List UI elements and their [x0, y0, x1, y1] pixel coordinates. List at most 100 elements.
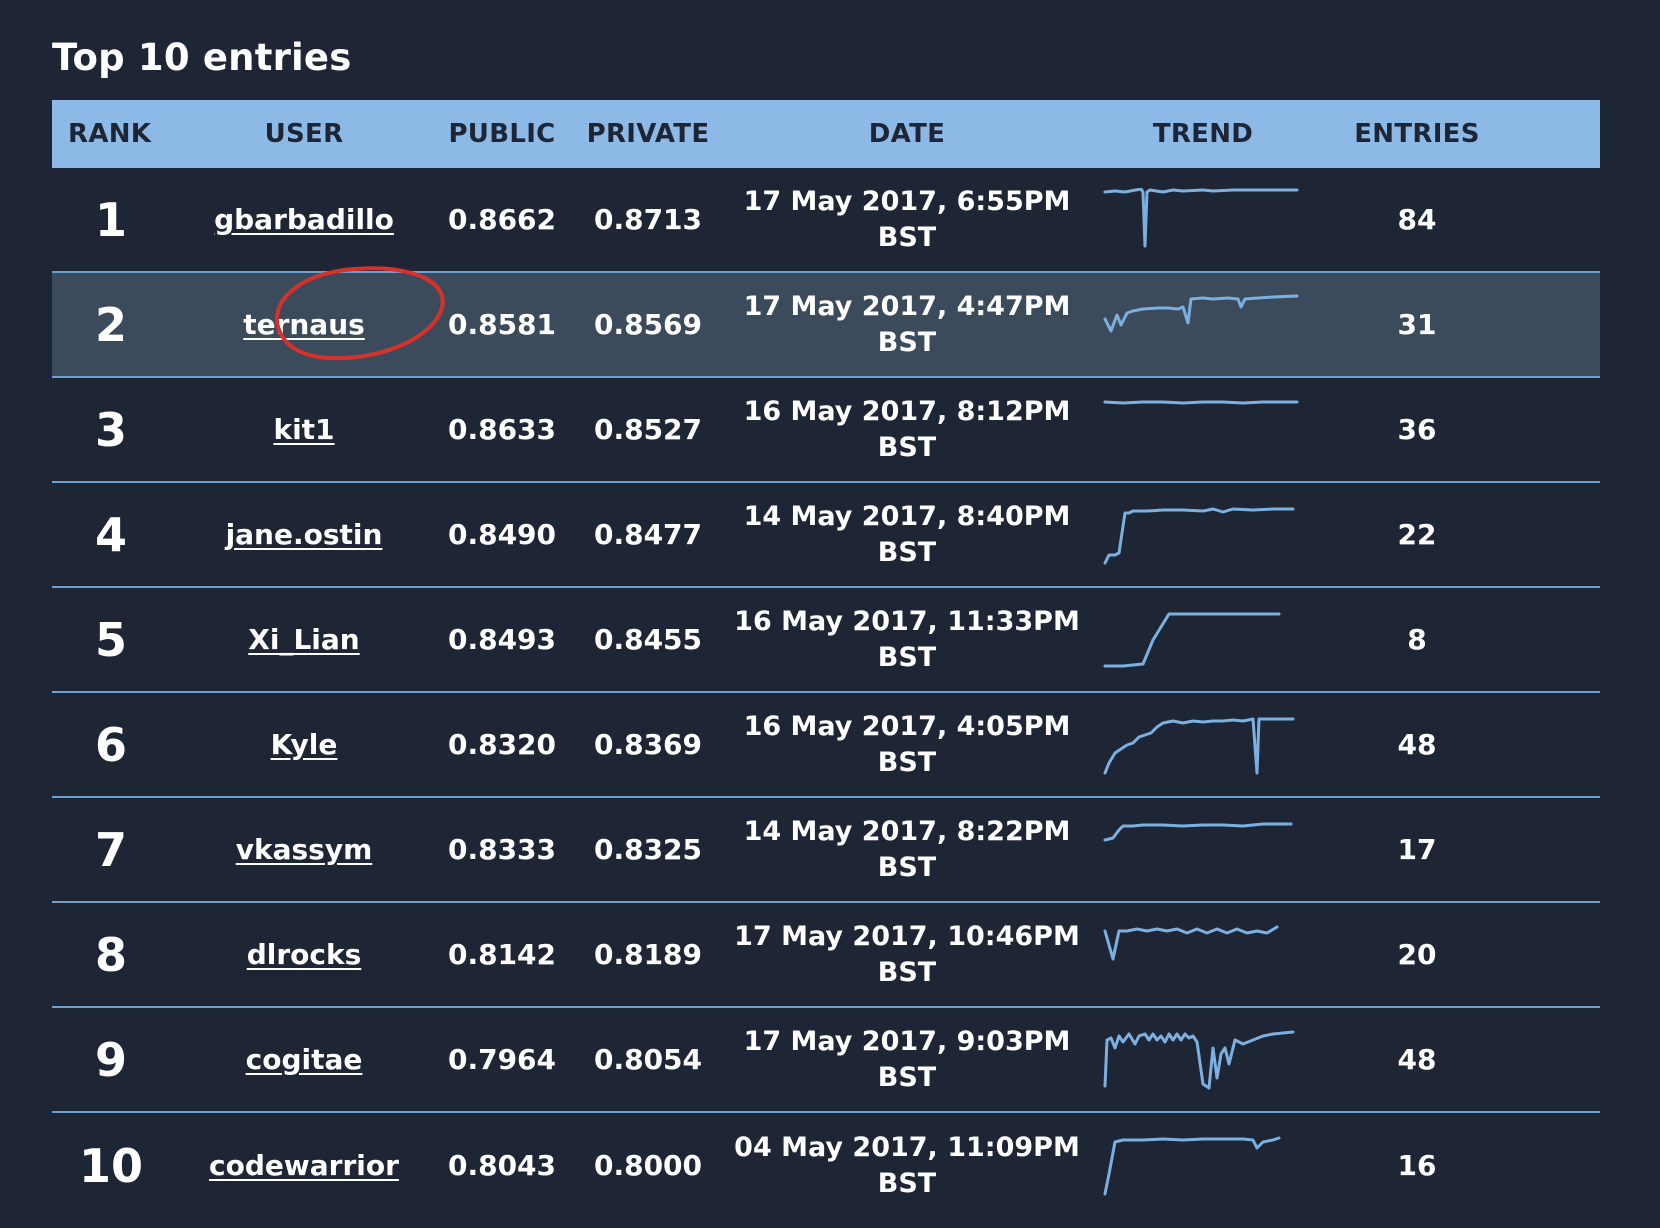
trend-sparkline	[1084, 608, 1322, 672]
public-score: 0.8493	[447, 623, 557, 656]
private-score: 0.8189	[593, 938, 703, 971]
private-score: 0.8477	[593, 518, 703, 551]
user-link[interactable]: Xi_Lian	[248, 623, 359, 656]
column-header-date: DATE	[868, 119, 946, 149]
trend-sparkline	[1084, 503, 1322, 567]
entries-count: 20	[1397, 938, 1437, 971]
submission-timezone: BST	[877, 326, 937, 358]
rank-number: 6	[94, 717, 127, 772]
public-score: 0.7964	[447, 1043, 557, 1076]
entries-count: 16	[1397, 1149, 1437, 1182]
rank-number: 3	[94, 402, 127, 457]
user-link[interactable]: codewarrior	[209, 1149, 399, 1182]
rank-number: 8	[94, 927, 127, 982]
trend-sparkline	[1084, 398, 1322, 462]
submission-date: 04 May 2017, 11:09PM	[734, 1131, 1080, 1163]
table-row: 6 Kyle 0.8320 0.8369 16 May 2017, 4:05PM…	[52, 693, 1600, 798]
table-row: 7 vkassym 0.8333 0.8325 14 May 2017, 8:2…	[52, 798, 1600, 903]
submission-timezone: BST	[877, 956, 937, 988]
rank-number: 1	[94, 192, 127, 247]
public-score: 0.8333	[447, 833, 557, 866]
private-score: 0.8054	[593, 1043, 703, 1076]
entries-count: 48	[1397, 728, 1437, 761]
user-link[interactable]: ternaus	[243, 308, 365, 341]
submission-date: 14 May 2017, 8:40PM	[743, 500, 1071, 532]
column-header-user: USER	[264, 119, 344, 149]
entries-count: 31	[1397, 308, 1437, 341]
public-score: 0.8490	[447, 518, 557, 551]
entries-count: 8	[1407, 623, 1427, 656]
column-header-rank: RANK	[68, 119, 152, 149]
private-score: 0.8527	[593, 413, 703, 446]
user-link[interactable]: Kyle	[271, 728, 338, 761]
submission-date: 16 May 2017, 4:05PM	[743, 710, 1071, 742]
private-score: 0.8325	[593, 833, 703, 866]
table-row: 10 codewarrior 0.8043 0.8000 04 May 2017…	[52, 1113, 1600, 1218]
submission-timezone: BST	[877, 536, 937, 568]
table-row: 4 jane.ostin 0.8490 0.8477 14 May 2017, …	[52, 483, 1600, 588]
private-score: 0.8455	[593, 623, 703, 656]
trend-sparkline	[1084, 187, 1322, 252]
submission-timezone: BST	[877, 851, 937, 883]
private-score: 0.8000	[593, 1149, 703, 1182]
user-link[interactable]: cogitae	[246, 1043, 363, 1076]
trend-sparkline	[1084, 923, 1322, 987]
page-title: Top 10 entries	[52, 36, 352, 79]
entries-count: 36	[1397, 413, 1437, 446]
submission-timezone: BST	[877, 221, 937, 253]
table-row: 8 dlrocks 0.8142 0.8189 17 May 2017, 10:…	[52, 903, 1600, 1008]
column-header-public: PUBLIC	[448, 119, 556, 149]
rank-number: 9	[94, 1032, 127, 1087]
submission-timezone: BST	[877, 746, 937, 778]
rank-number: 4	[94, 507, 127, 562]
leaderboard-table: RANK USER PUBLIC PRIVATE DATE TREND ENTR…	[52, 100, 1600, 1218]
user-link[interactable]: dlrocks	[247, 938, 362, 971]
rank-number: 7	[94, 822, 127, 877]
table-row: 1 gbarbadillo 0.8662 0.8713 17 May 2017,…	[52, 168, 1600, 273]
column-header-entries: ENTRIES	[1354, 119, 1480, 149]
rank-number: 10	[78, 1138, 143, 1193]
table-row: 5 Xi_Lian 0.8493 0.8455 16 May 2017, 11:…	[52, 588, 1600, 693]
submission-date: 14 May 2017, 8:22PM	[743, 815, 1071, 847]
submission-timezone: BST	[877, 1061, 937, 1093]
user-link[interactable]: jane.ostin	[226, 518, 383, 551]
trend-sparkline	[1084, 1028, 1322, 1092]
submission-date: 17 May 2017, 4:47PM	[743, 290, 1071, 322]
public-score: 0.8662	[447, 203, 557, 236]
submission-timezone: BST	[877, 431, 937, 463]
column-header-private: PRIVATE	[586, 119, 710, 149]
public-score: 0.8581	[447, 308, 557, 341]
user-link[interactable]: gbarbadillo	[214, 203, 394, 236]
entries-count: 17	[1397, 833, 1437, 866]
public-score: 0.8043	[447, 1149, 557, 1182]
user-link[interactable]: vkassym	[236, 833, 373, 866]
public-score: 0.8142	[447, 938, 557, 971]
entries-count: 22	[1397, 518, 1437, 551]
table-row: 9 cogitae 0.7964 0.8054 17 May 2017, 9:0…	[52, 1008, 1600, 1113]
entries-count: 84	[1397, 203, 1437, 236]
submission-date: 17 May 2017, 9:03PM	[743, 1025, 1071, 1057]
trend-sparkline	[1084, 818, 1322, 882]
table-row: 2 ternaus 0.8581 0.8569 17 May 2017, 4:4…	[52, 273, 1600, 378]
rank-number: 5	[94, 612, 127, 667]
trend-sparkline	[1084, 713, 1322, 777]
submission-date: 16 May 2017, 11:33PM	[734, 605, 1080, 637]
entries-count: 48	[1397, 1043, 1437, 1076]
submission-timezone: BST	[877, 641, 937, 673]
table-header: RANK USER PUBLIC PRIVATE DATE TREND ENTR…	[52, 100, 1600, 168]
public-score: 0.8320	[447, 728, 557, 761]
private-score: 0.8369	[593, 728, 703, 761]
trend-sparkline	[1084, 1134, 1322, 1198]
rank-number: 2	[94, 297, 127, 352]
submission-date: 17 May 2017, 6:55PM	[743, 185, 1071, 217]
trend-sparkline	[1084, 293, 1322, 357]
table-row: 3 kit1 0.8633 0.8527 16 May 2017, 8:12PM…	[52, 378, 1600, 483]
column-header-trend: TREND	[1152, 119, 1254, 149]
public-score: 0.8633	[447, 413, 557, 446]
submission-date: 16 May 2017, 8:12PM	[743, 395, 1071, 427]
private-score: 0.8713	[593, 203, 703, 236]
submission-timezone: BST	[877, 1167, 937, 1199]
submission-date: 17 May 2017, 10:46PM	[734, 920, 1080, 952]
private-score: 0.8569	[593, 308, 703, 341]
user-link[interactable]: kit1	[273, 413, 334, 446]
